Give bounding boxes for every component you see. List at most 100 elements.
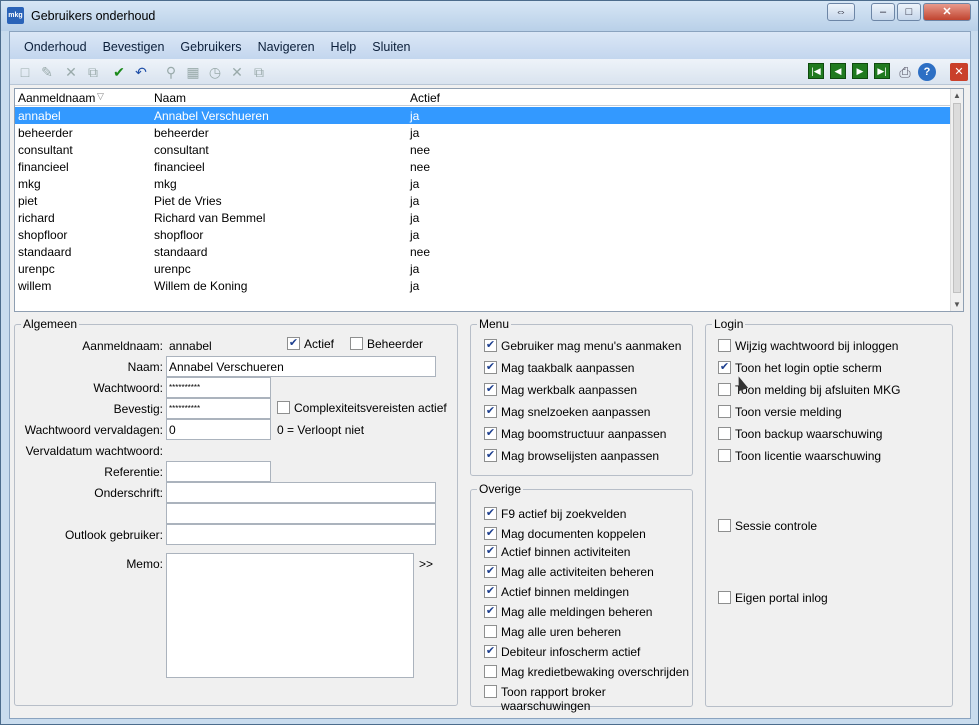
- actief-checkbox[interactable]: ✔: [287, 337, 300, 350]
- login-checkbox-1[interactable]: ✔: [718, 361, 731, 374]
- overige-option-label-8: Mag kredietbewaking overschrijden: [501, 665, 690, 679]
- beheerder-checkbox[interactable]: [350, 337, 363, 350]
- cell-aanmeldnaam: annabel: [18, 109, 61, 123]
- naam-input[interactable]: Annabel Verschueren: [166, 356, 436, 377]
- table-row[interactable]: beheerder beheerder ja: [15, 124, 951, 141]
- login-checkbox-0[interactable]: [718, 339, 731, 352]
- wachtwoord-input[interactable]: **********: [166, 377, 271, 398]
- table-row[interactable]: urenpc urenpc ja: [15, 260, 951, 277]
- cell-aanmeldnaam: piet: [18, 194, 38, 208]
- scroll-thumb[interactable]: [953, 103, 961, 293]
- help-icon[interactable]: ?: [918, 63, 936, 81]
- table-row[interactable]: consultant consultant nee: [15, 141, 951, 158]
- close-form-icon[interactable]: ✕: [950, 63, 968, 81]
- new-icon[interactable]: □: [16, 63, 34, 81]
- scroll-down-icon[interactable]: ▼: [953, 300, 961, 309]
- overige-option-label-5: Mag alle meldingen beheren: [501, 605, 653, 619]
- overige-checkbox-0[interactable]: ✔: [484, 507, 497, 520]
- login-option-label-6: Sessie controle: [735, 519, 818, 533]
- delete-icon[interactable]: ✕: [62, 63, 80, 81]
- login-checkbox-2[interactable]: [718, 383, 731, 396]
- login-title: Login: [712, 317, 746, 331]
- menu_group-checkbox-0[interactable]: ✔: [484, 339, 497, 352]
- memo-textarea[interactable]: [166, 553, 414, 678]
- column-header-aanmeldnaam[interactable]: Aanmeldnaam: [18, 91, 95, 105]
- confirm-icon[interactable]: ✔: [110, 63, 128, 81]
- resize-button[interactable]: ⇔: [827, 3, 855, 21]
- overige-checkbox-4[interactable]: ✔: [484, 585, 497, 598]
- overige-checkbox-3[interactable]: ✔: [484, 565, 497, 578]
- overige-option-label-1: Mag documenten koppelen: [501, 527, 646, 541]
- overige-checkbox-5[interactable]: ✔: [484, 605, 497, 618]
- next-record-icon[interactable]: ▶: [852, 63, 868, 79]
- referentie-input[interactable]: [166, 461, 271, 482]
- login-checkbox-3[interactable]: [718, 405, 731, 418]
- column-header-actief[interactable]: Actief: [410, 91, 440, 105]
- window-title: Gebruikers onderhoud: [31, 9, 156, 23]
- menu_group-checkbox-1[interactable]: ✔: [484, 361, 497, 374]
- cell-naam: beheerder: [154, 126, 209, 140]
- table-row[interactable]: richard Richard van Bemmel ja: [15, 209, 951, 226]
- login-checkbox-6[interactable]: [718, 519, 731, 532]
- cancel-icon[interactable]: ✕: [228, 63, 246, 81]
- cell-aanmeldnaam: standaard: [18, 245, 72, 259]
- menu_group-checkbox-4[interactable]: ✔: [484, 427, 497, 440]
- calendar-icon[interactable]: ▦: [184, 63, 202, 81]
- menu_group-checkbox-3[interactable]: ✔: [484, 405, 497, 418]
- cell-naam: mkg: [154, 177, 177, 191]
- overige-checkbox-8[interactable]: [484, 665, 497, 678]
- overige-checkbox-1[interactable]: ✔: [484, 527, 497, 540]
- onderschrift-input-1[interactable]: [166, 482, 436, 503]
- menu-navigeren[interactable]: Navigeren: [250, 32, 323, 59]
- search-icon[interactable]: ⚲: [162, 63, 180, 81]
- column-header-naam[interactable]: Naam: [154, 91, 186, 105]
- overige-checkbox-7[interactable]: ✔: [484, 645, 497, 658]
- filter-icon[interactable]: ▽: [97, 91, 104, 102]
- first-record-icon[interactable]: |◀: [808, 63, 824, 79]
- close-window-button[interactable]: ✕: [923, 3, 971, 21]
- table-row[interactable]: financieel financieel nee: [15, 158, 951, 175]
- outlook-input[interactable]: [166, 524, 436, 545]
- copy-icon[interactable]: ⧉: [84, 63, 102, 81]
- scroll-up-icon[interactable]: ▲: [953, 91, 961, 100]
- maximize-button[interactable]: □: [897, 3, 921, 21]
- grid-scrollbar[interactable]: ▲ ▼: [950, 89, 963, 311]
- last-record-icon[interactable]: ▶|: [874, 63, 890, 79]
- overige-checkbox-9[interactable]: [484, 685, 497, 698]
- table-row[interactable]: piet Piet de Vries ja: [15, 192, 951, 209]
- menu-gebruikers[interactable]: Gebruikers: [172, 32, 249, 59]
- undo-icon[interactable]: ↶: [132, 63, 150, 81]
- menu-help[interactable]: Help: [323, 32, 365, 59]
- table-row[interactable]: willem Willem de Koning ja: [15, 277, 951, 294]
- minimize-button[interactable]: –: [871, 3, 895, 21]
- table-row[interactable]: shopfloor shopfloor ja: [15, 226, 951, 243]
- menu_group-option-label-3: Mag snelzoeken aanpassen: [501, 405, 651, 419]
- vervaldagen-input[interactable]: 0: [166, 419, 271, 440]
- memo-expand-button[interactable]: >>: [419, 557, 433, 571]
- algemeen-title: Algemeen: [21, 317, 80, 331]
- onderschrift-input-2[interactable]: [166, 503, 436, 524]
- login-checkbox-7[interactable]: [718, 591, 731, 604]
- previous-record-icon[interactable]: ◀: [830, 63, 846, 79]
- overige-checkbox-6[interactable]: [484, 625, 497, 638]
- menu_group-checkbox-5[interactable]: ✔: [484, 449, 497, 462]
- complexiteit-checkbox[interactable]: [277, 401, 290, 414]
- paste-icon[interactable]: ⧉: [250, 63, 268, 81]
- overige-checkbox-2[interactable]: ✔: [484, 545, 497, 558]
- menu-bevestigen[interactable]: Bevestigen: [95, 32, 173, 59]
- table-row[interactable]: mkg mkg ja: [15, 175, 951, 192]
- client-area: Onderhoud Bevestigen Gebruikers Navigere…: [9, 31, 971, 719]
- clock-icon[interactable]: ◷: [206, 63, 224, 81]
- print-icon[interactable]: ⎙: [896, 63, 914, 81]
- login-checkbox-4[interactable]: [718, 427, 731, 440]
- login-checkbox-5[interactable]: [718, 449, 731, 462]
- edit-icon[interactable]: ✎: [38, 63, 56, 81]
- app-window: mkg Gebruikers onderhoud ⇔ – □ ✕ Onderho…: [0, 0, 979, 725]
- menu-onderhoud[interactable]: Onderhoud: [16, 32, 95, 59]
- table-row[interactable]: standaard standaard nee: [15, 243, 951, 260]
- table-row[interactable]: annabel Annabel Verschueren ja: [15, 107, 951, 124]
- menu-sluiten[interactable]: Sluiten: [364, 32, 418, 59]
- menu_group-checkbox-2[interactable]: ✔: [484, 383, 497, 396]
- login-option-label-1: Toon het login optie scherm: [735, 361, 882, 375]
- bevestig-input[interactable]: **********: [166, 398, 271, 419]
